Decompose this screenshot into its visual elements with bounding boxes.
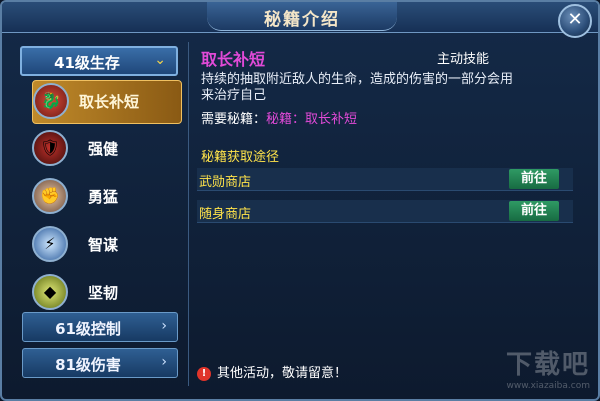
red-serpent-icon: 🐉 bbox=[33, 83, 69, 119]
skill-label: 坚韧 bbox=[88, 284, 119, 302]
skill-label: 取长补短 bbox=[79, 93, 140, 111]
group-label: 61级控制 bbox=[55, 320, 121, 338]
skill-item-jian-ren[interactable]: ◆ 坚韧 bbox=[32, 272, 180, 314]
chevron-right-icon: › bbox=[161, 318, 167, 334]
lightning-orb-icon: ⚡ bbox=[32, 226, 68, 262]
skill-item-zhi-mou[interactable]: ⚡ 智谋 bbox=[32, 224, 180, 266]
skill-item-yong-meng[interactable]: ✊ 勇猛 bbox=[32, 176, 180, 218]
chevron-right-icon: › bbox=[161, 354, 167, 370]
close-button[interactable]: ✕ bbox=[558, 4, 592, 38]
warning-icon: ! bbox=[197, 367, 211, 381]
requirement-line: 需要秘籍：秘籍：取长补短 bbox=[201, 108, 357, 127]
skill-label: 强健 bbox=[88, 140, 119, 158]
site-watermark: 下载吧 www.xiazaiba.com bbox=[506, 344, 590, 391]
sources-title: 秘籍获取途径 bbox=[201, 150, 280, 165]
skill-name: 取长补短 bbox=[201, 50, 266, 69]
skill-detail-panel: 取长补短 主动技能 持续的抽取附近敌人的生命，造成的伤害的一部分会用来治疗自己 … bbox=[188, 42, 581, 386]
notice-text: 其他活动，敬请留意！ bbox=[217, 366, 348, 381]
source-row: 武勋商店 前往 bbox=[197, 168, 573, 191]
skill-item-qiang-jian[interactable]: 🛡 强健 bbox=[32, 128, 180, 170]
group-label: 81级伤害 bbox=[55, 356, 121, 374]
armored-body-icon: 🛡 bbox=[32, 130, 68, 166]
watermark-text: 下载吧 bbox=[505, 350, 590, 380]
requirement-value: 秘籍：取长补短 bbox=[266, 112, 358, 127]
skill-label: 勇猛 bbox=[88, 188, 119, 206]
green-gem-icon: ◆ bbox=[32, 274, 68, 310]
skill-item-qu-chang-bu-duan[interactable]: 🐉 取长补短 bbox=[32, 80, 182, 124]
go-button[interactable]: 前往 bbox=[509, 201, 559, 221]
chevron-down-icon: ⌄ bbox=[154, 52, 166, 68]
skill-type: 主动技能 bbox=[437, 52, 490, 67]
skill-description: 持续的抽取附近敌人的生命，造成的伤害的一部分会用来治疗自己 bbox=[201, 72, 514, 103]
group-header-label: 41级生存 bbox=[54, 54, 120, 72]
group-header-41[interactable]: 41级生存 ⌄ bbox=[20, 46, 178, 76]
skill-book-window: 秘籍介绍 ✕ 41级生存 ⌄ 🐉 取长补短 🛡 强健 ✊ 勇猛 ⚡ 智谋 ◆ 坚… bbox=[0, 0, 600, 401]
source-name: 随身商店 bbox=[199, 207, 252, 222]
requirement-label: 需要秘籍： bbox=[201, 112, 267, 127]
fist-icon: ✊ bbox=[32, 178, 68, 214]
source-row: 随身商店 前往 bbox=[197, 200, 573, 223]
group-button-61[interactable]: 61级控制 › bbox=[22, 312, 178, 342]
window-title: 秘籍介绍 bbox=[264, 10, 340, 30]
event-notice: ! 其他活动，敬请留意！ bbox=[197, 362, 347, 381]
watermark-url: www.xiazaiba.com bbox=[506, 381, 590, 391]
go-button[interactable]: 前往 bbox=[509, 169, 559, 189]
group-button-81[interactable]: 81级伤害 › bbox=[22, 348, 178, 378]
sidebar: 41级生存 ⌄ 🐉 取长补短 🛡 强健 ✊ 勇猛 ⚡ 智谋 ◆ 坚韧 61级控制… bbox=[18, 42, 182, 382]
source-name: 武勋商店 bbox=[199, 175, 252, 190]
skill-label: 智谋 bbox=[88, 236, 119, 254]
